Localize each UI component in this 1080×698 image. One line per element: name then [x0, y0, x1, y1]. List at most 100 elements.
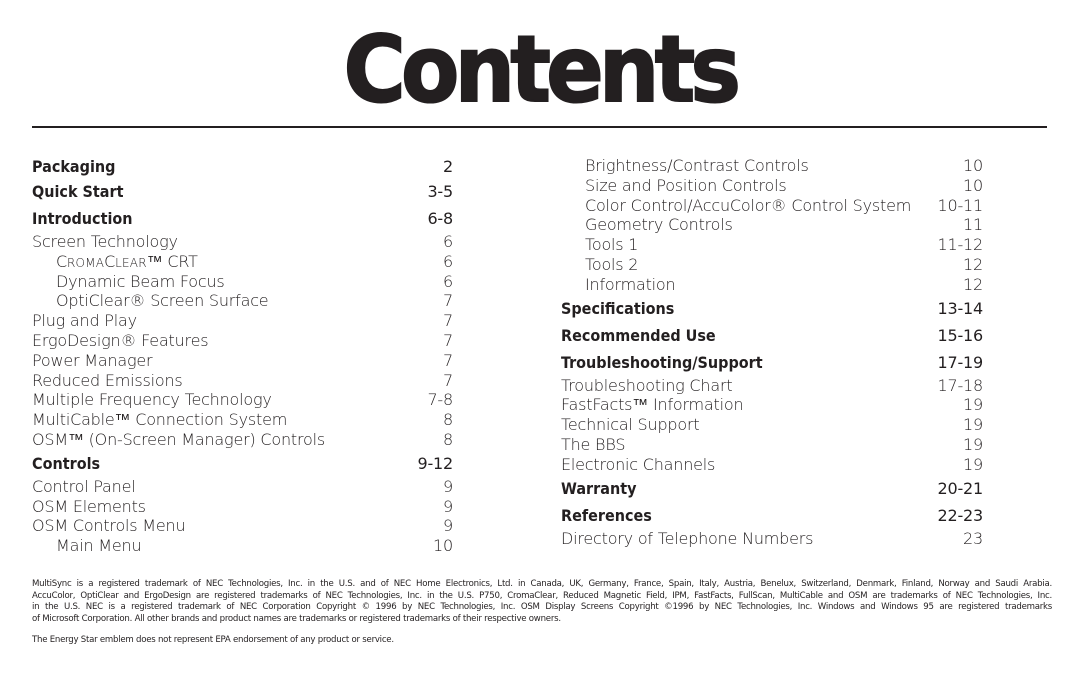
- toc-page-number: 19: [963, 415, 983, 435]
- trademark-line: of Microsoft Corporation. All other bran…: [32, 613, 561, 624]
- toc-page-number: 9: [443, 516, 453, 536]
- toc-entry[interactable]: Control Panel 9: [32, 477, 453, 497]
- toc-entry-title: Reduced Emissions: [32, 370, 183, 390]
- toc-entry[interactable]: Brightness/Contrast Controls 10: [561, 156, 983, 176]
- toc-page-number: 6: [443, 232, 453, 251]
- toc-entry[interactable]: Screen Technology 6: [32, 232, 453, 252]
- toc-entry-title: Specifications: [561, 298, 675, 318]
- toc-entry-title: Multiple Frequency Technology: [32, 390, 272, 410]
- toc-entry[interactable]: Directory of Telephone Numbers 23: [561, 529, 983, 549]
- toc-entry-title: Controls: [32, 453, 101, 473]
- trademark-line: AccuColor, OptiClear and ErgoDesign are …: [32, 590, 1052, 601]
- toc-page-number: 6-8: [427, 209, 453, 228]
- page-title: Contents: [343, 16, 742, 123]
- toc-entry[interactable]: FastFacts™ Information 19: [561, 395, 983, 415]
- toc-page-number: 9: [443, 496, 453, 516]
- toc-entry-title: Color Control/AccuColor® Control System: [585, 195, 912, 215]
- toc-section-entry[interactable]: Specifications 13-14: [561, 295, 983, 322]
- toc-page-number: 2: [443, 157, 453, 176]
- toc-entry-title: Screen Technology: [32, 232, 178, 251]
- toc-entry-title: Dynamic Beam Focus: [56, 271, 225, 291]
- toc-entry[interactable]: Power Manager 7: [32, 351, 453, 371]
- toc-page-number: 17-19: [937, 352, 984, 372]
- toc-entry[interactable]: Multiple Frequency Technology 7-8: [32, 390, 453, 410]
- toc-section-entry[interactable]: Troubleshooting/Support 17-19: [561, 349, 983, 376]
- toc-page-number: 7: [443, 330, 453, 350]
- toc-section-entry[interactable]: Recommended Use 15-16: [561, 322, 983, 349]
- toc-entry[interactable]: Information 12: [561, 275, 983, 295]
- toc-entry[interactable]: OSM™ (On-Screen Manager) Controls 8: [32, 430, 453, 450]
- energy-star-disclaimer: The Energy Star emblem does not represen…: [32, 635, 394, 645]
- toc-section-entry[interactable]: Introduction 6-8: [32, 205, 453, 232]
- toc-entry[interactable]: Main Menu 10: [32, 536, 453, 556]
- toc-entry[interactable]: Tools 2 12: [561, 255, 983, 275]
- toc-section-entry[interactable]: Warranty 20-21: [561, 475, 983, 502]
- toc-entry[interactable]: OptiClear® Screen Surface 7: [32, 291, 453, 311]
- toc-entry[interactable]: Technical Support 19: [561, 415, 983, 435]
- toc-entry[interactable]: OSM Controls Menu 9: [32, 516, 453, 536]
- toc-entry[interactable]: The BBS 19: [561, 435, 983, 455]
- toc-entry[interactable]: Color Control/AccuColor® Control System 1…: [561, 196, 983, 216]
- toc-entry[interactable]: Electronic Channels 19: [561, 455, 983, 475]
- toc-page-number: 19: [963, 454, 983, 474]
- toc-entry-title: Plug and Play: [32, 311, 137, 331]
- toc-page-number: 10: [963, 175, 983, 195]
- trademark-line: in the U.S. NEC is a registered trademar…: [32, 602, 1052, 613]
- toc-page-number: 3-5: [427, 182, 453, 201]
- toc-entry-title-part: ™ CRT: [146, 251, 198, 271]
- toc-entry[interactable]: OSM Elements 9: [32, 497, 453, 517]
- toc-page-number: 12: [963, 274, 983, 294]
- toc-entry-title: Quick Start: [32, 182, 124, 201]
- toc-entry-title: Troubleshooting/Support: [561, 352, 763, 372]
- toc-page-number: 11-12: [937, 235, 984, 255]
- toc-entry[interactable]: Dynamic Beam Focus 6: [32, 272, 453, 292]
- toc-section-entry[interactable]: Packaging 2: [32, 156, 453, 178]
- toc-entry-title-part: C: [104, 251, 116, 271]
- toc-entry-title: OSM™ (On-Screen Manager) Controls: [32, 429, 325, 449]
- toc-entry[interactable]: ErgoDesign® Features 7: [32, 331, 453, 351]
- toc-entry-title: Troubleshooting Chart: [561, 375, 733, 395]
- toc-entry[interactable]: Tools 1 11-12: [561, 235, 983, 255]
- toc-page-number: 10: [963, 156, 983, 175]
- toc-page-number: 20-21: [937, 478, 984, 498]
- toc-entry-title-part: ROMA: [66, 255, 105, 270]
- toc-entry[interactable]: CROMACLEAR™ CRT 6: [32, 252, 453, 272]
- toc-page-number: 12: [963, 254, 983, 274]
- toc-entry-title: Tools 1: [585, 235, 639, 255]
- toc-entry[interactable]: Troubleshooting Chart 17-18: [561, 376, 983, 396]
- toc-entry-title: MultiCable™ Connection System: [32, 410, 288, 430]
- toc-entry-title: Directory of Telephone Numbers: [561, 528, 814, 548]
- toc-page-number: 6: [443, 271, 453, 291]
- trademark-notice: MultiSync is a registered trademark of N…: [32, 579, 1052, 625]
- toc-page-number: 17-18: [937, 375, 984, 395]
- toc-page-number: 7: [443, 350, 453, 370]
- toc-entry-title: Electronic Channels: [561, 454, 716, 474]
- toc-page-number: 6: [443, 251, 453, 271]
- toc-entry-title: References: [561, 505, 652, 525]
- toc-entry[interactable]: Reduced Emissions 7: [32, 371, 453, 391]
- trademark-line: MultiSync is a registered trademark of N…: [32, 579, 1052, 589]
- toc-entry-title-part: C: [56, 251, 67, 271]
- toc-entry-title: Brightness/Contrast Controls: [585, 156, 809, 175]
- toc-entry[interactable]: MultiCable™ Connection System 8: [32, 410, 453, 430]
- toc-entry-title: Information: [585, 274, 676, 294]
- toc-section-entry[interactable]: Quick Start 3-5: [32, 178, 453, 205]
- toc-page-number: 8: [443, 429, 453, 449]
- toc-entry[interactable]: Geometry Controls 11: [561, 215, 983, 235]
- toc-entry[interactable]: Size and Position Controls 10: [561, 176, 983, 196]
- toc-entry[interactable]: Plug and Play 7: [32, 311, 453, 331]
- title-divider: [32, 126, 1047, 128]
- toc-section-entry[interactable]: Controls 9-12: [32, 450, 453, 477]
- toc-page-number: 10: [433, 536, 453, 556]
- toc-page-number: 19: [963, 395, 983, 415]
- toc-entry-title: Packaging: [32, 157, 116, 176]
- toc-entry-title: FastFacts™ Information: [561, 395, 744, 415]
- toc-entry-title: Introduction: [32, 209, 133, 228]
- toc-section-entry[interactable]: References 22-23: [561, 502, 983, 529]
- toc-entry-title: Control Panel: [32, 476, 136, 496]
- toc-entry-title: OptiClear® Screen Surface: [56, 291, 269, 311]
- toc-entry-title: Recommended Use: [561, 325, 716, 345]
- toc-page-number: 7: [443, 291, 453, 311]
- toc-entry-title: Technical Support: [561, 415, 700, 435]
- toc-entry-title: Tools 2: [585, 254, 639, 274]
